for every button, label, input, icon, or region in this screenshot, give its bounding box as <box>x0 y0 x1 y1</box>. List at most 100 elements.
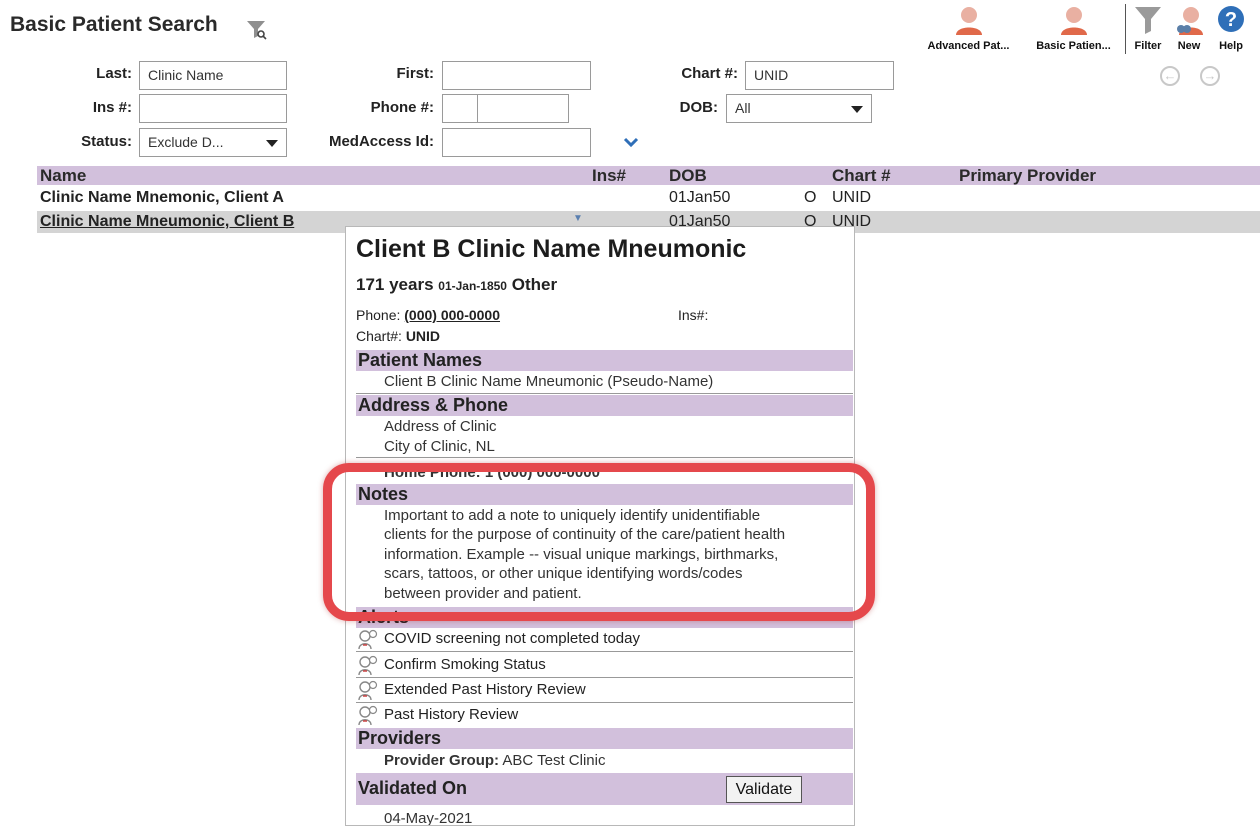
pseudo-name: Client B Clinic Name Mneumonic (Pseudo-N… <box>384 373 714 390</box>
toolbar-label: Basic Patien... <box>1036 40 1111 52</box>
toolbar-label: Advanced Pat... <box>927 40 1010 52</box>
notes-line: clients for the purpose of continuity of… <box>384 526 786 543</box>
help-icon: ? <box>1218 6 1244 32</box>
popup-age: 171 years <box>356 275 434 294</box>
filter-icon <box>1135 7 1161 34</box>
status-label: Status: <box>81 133 132 150</box>
results-header: Name Ins# DOB Chart # Primary Provider <box>37 166 1260 185</box>
alert-doctor-icon <box>358 705 378 726</box>
last-name-input[interactable]: Clinic Name <box>139 61 287 90</box>
filter-key-icon[interactable] <box>245 18 267 40</box>
divider <box>356 702 853 703</box>
page-title: Basic Patient Search <box>10 13 218 36</box>
notes-line: information. Example -- visual unique ma… <box>384 546 779 563</box>
section-alerts: Alerts <box>356 607 853 628</box>
popup-patient-name: Client B Clinic Name Mneumonic <box>356 235 747 263</box>
validated-date: 04-May-2021 <box>384 810 473 826</box>
chevron-down-icon[interactable] <box>622 136 640 150</box>
col-chart[interactable]: Chart # <box>832 166 891 185</box>
first-name-input[interactable] <box>442 61 591 90</box>
ins-label: Ins #: <box>92 99 132 116</box>
divider <box>356 651 853 652</box>
col-dob[interactable]: DOB <box>669 166 707 185</box>
svg-text:?: ? <box>1225 9 1237 31</box>
previous-arrow-icon[interactable]: ← <box>1160 66 1180 86</box>
col-primary-provider[interactable]: Primary Provider <box>959 166 1096 185</box>
new-person-icon <box>1177 7 1203 35</box>
popup-age-line: 171 years 01-Jan-1850 Other <box>356 275 557 295</box>
alert-doctor-icon <box>358 629 378 650</box>
home-phone[interactable]: Home Phone: 1 (000) 000-0000 <box>384 463 600 483</box>
status-select[interactable]: Exclude D... <box>139 128 287 157</box>
address-line-2: City of Clinic, NL <box>384 438 495 455</box>
dropdown-arrow-icon <box>266 140 278 147</box>
dob-select[interactable]: All <box>726 94 872 123</box>
toolbar-label: New <box>1177 40 1201 52</box>
help-button[interactable]: ? Help <box>1211 4 1251 56</box>
popup-dob: 01-Jan-1850 <box>438 279 507 293</box>
basic-patient-search-button[interactable]: Basic Patien... <box>1025 4 1122 56</box>
first-label: First: <box>396 65 435 82</box>
table-row[interactable]: Clinic Name Mnemonic, Client A 01Jan50 O… <box>37 187 1260 209</box>
new-button[interactable]: New <box>1170 4 1208 56</box>
alert-item[interactable]: Past History Review <box>356 704 853 728</box>
alert-text: Extended Past History Review <box>384 681 586 698</box>
filter-button[interactable]: Filter <box>1128 4 1168 56</box>
toolbar-label: Filter <box>1134 40 1162 52</box>
divider <box>356 393 853 394</box>
toolbar-label: Help <box>1219 40 1243 52</box>
alert-text: COVID screening not completed today <box>384 630 640 647</box>
popup-gender: Other <box>511 275 558 294</box>
popup-chart-label: Chart#: <box>356 328 402 344</box>
popup-phone-link[interactable]: (000) 000-0000 <box>404 307 500 323</box>
chart-number-input[interactable]: UNID <box>745 61 894 90</box>
section-notes: Notes <box>356 484 853 505</box>
section-address-phone: Address & Phone <box>356 395 853 416</box>
section-patient-names: Patient Names <box>356 350 853 371</box>
dropdown-arrow-icon <box>851 106 863 113</box>
validate-button[interactable]: Validate <box>726 776 802 803</box>
person-icon <box>955 7 982 35</box>
person-icon <box>1060 7 1087 35</box>
patient-chart: UNID <box>832 189 872 206</box>
patient-name[interactable]: Clinic Name Mneumonic, Client B <box>40 211 294 233</box>
patient-name[interactable]: Clinic Name Mnemonic, Client A <box>40 187 284 209</box>
popup-chart-value: UNID <box>405 328 441 344</box>
alert-item[interactable]: COVID screening not completed today <box>356 628 853 652</box>
dob-select-value: All <box>735 100 751 116</box>
patient-gender: O <box>804 189 817 206</box>
patient-dob: 01Jan50 <box>669 189 731 206</box>
popup-chart-line: Chart#: UNID <box>356 328 440 344</box>
alert-doctor-icon <box>358 655 378 676</box>
medaccess-label: MedAccess Id: <box>328 133 434 150</box>
divider <box>356 457 853 458</box>
alert-item[interactable]: Extended Past History Review <box>356 679 853 703</box>
ins-number-input[interactable] <box>139 94 287 123</box>
toolbar-divider <box>1125 4 1126 54</box>
address-line-1: Address of Clinic <box>384 418 497 435</box>
next-arrow-icon[interactable]: → <box>1200 66 1220 86</box>
col-ins[interactable]: Ins# <box>592 166 626 185</box>
popup-ins-label: Ins#: <box>678 307 709 323</box>
provider-group-line: Provider Group: ABC Test Clinic <box>384 751 605 771</box>
advanced-patient-search-button[interactable]: Advanced Pat... <box>917 4 1020 56</box>
dob-label: DOB: <box>679 99 718 116</box>
divider <box>356 677 853 678</box>
section-providers: Providers <box>356 728 853 749</box>
notes-line: scars, tattoos, or other unique identify… <box>384 565 743 582</box>
alert-text: Past History Review <box>384 706 519 723</box>
col-name[interactable]: Name <box>40 166 86 185</box>
alert-item[interactable]: Confirm Smoking Status <box>356 654 853 678</box>
medaccess-id-input[interactable] <box>442 128 591 157</box>
phone-label: Phone #: <box>370 99 434 116</box>
provider-group-label: Provider Group: <box>384 752 500 769</box>
notes-line: Important to add a note to uniquely iden… <box>384 507 761 524</box>
last-label: Last: <box>96 65 132 82</box>
alert-doctor-icon <box>358 680 378 701</box>
patient-detail-popup: Client B Clinic Name Mneumonic 171 years… <box>345 226 855 826</box>
popup-phone-line: Phone: (000) 000-0000 <box>356 307 500 323</box>
provider-group-value: ABC Test Clinic <box>502 752 606 769</box>
status-select-value: Exclude D... <box>148 134 224 150</box>
chart-label: Chart #: <box>681 65 738 82</box>
phone-input[interactable] <box>442 94 569 123</box>
